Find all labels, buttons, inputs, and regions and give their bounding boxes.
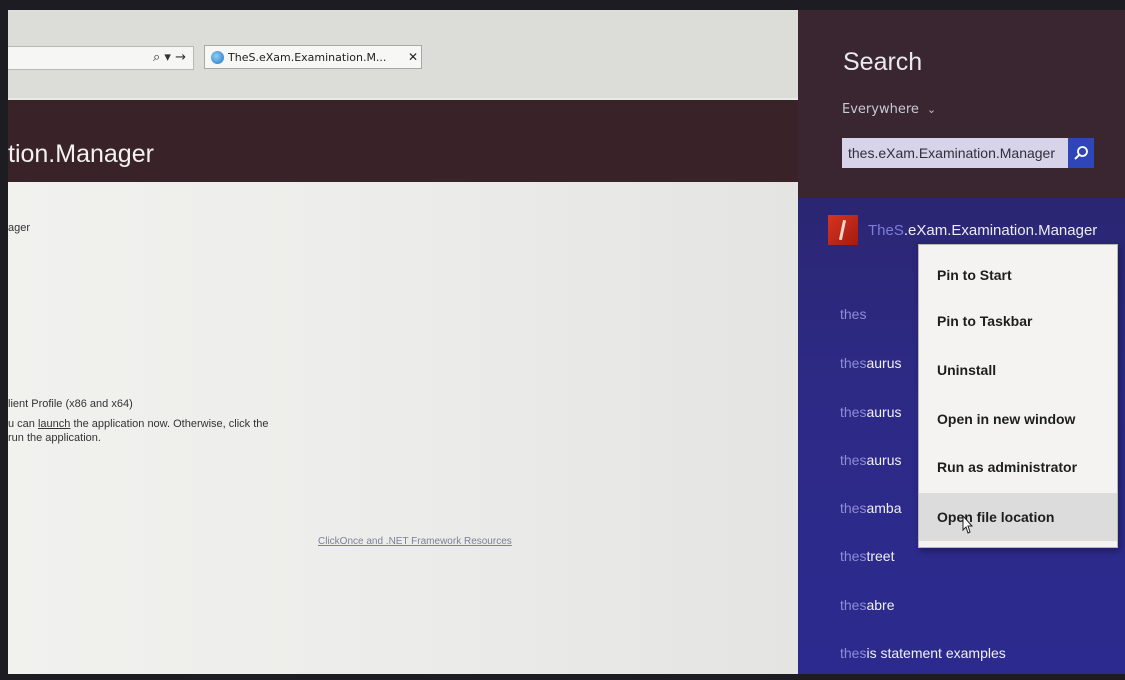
app-name-fragment: ager	[8, 222, 31, 234]
suggestion-rest: abre	[866, 597, 895, 613]
launch-line: u can launch the application now. Otherw…	[8, 418, 269, 430]
resources-link[interactable]: ClickOnce and .NET Framework Resources	[318, 536, 512, 547]
launch-suffix: the application now. Otherwise, click th…	[70, 418, 269, 430]
tab-close-icon[interactable]: ✕	[405, 50, 421, 64]
suggestion-match: thes	[840, 306, 867, 322]
internet-explorer-icon	[211, 50, 224, 64]
context-menu-item-pin-to-start[interactable]: Pin to Start	[919, 251, 1117, 299]
context-menu-item-open-in-new-window[interactable]: Open in new window	[919, 395, 1117, 443]
suggestion-match: thes	[840, 548, 867, 564]
suggestion-rest: is statement examples	[866, 645, 1006, 661]
suggestion-rest: aurus	[866, 404, 902, 420]
suggestion-match: thes	[840, 404, 867, 420]
search-suggestion[interactable]: thesaurus	[840, 355, 902, 371]
search-box[interactable]	[842, 138, 1094, 168]
app-result-name: TheS.eXam.Examination.Manager	[868, 222, 1097, 239]
suggestion-match: thes	[840, 645, 867, 661]
search-suggestion[interactable]: thesis statement examples	[840, 645, 1006, 661]
search-scope-dropdown[interactable]: Everywhere ⌄	[842, 102, 936, 117]
search-input[interactable]	[842, 140, 1064, 166]
launch-link[interactable]: launch	[38, 418, 70, 430]
suggestion-match: thes	[840, 597, 867, 613]
app-name-rest: .eXam.Examination.Manager	[903, 221, 1098, 239]
search-suggestion[interactable]: thestreet	[840, 548, 894, 564]
run-line: run the application.	[8, 432, 101, 444]
search-suggestion[interactable]: thesaurus	[840, 404, 902, 420]
mouse-cursor-icon	[962, 515, 974, 534]
launch-prefix: u can	[8, 418, 38, 430]
app-name-match: TheS	[868, 221, 904, 239]
chevron-down-icon: ⌄	[926, 103, 937, 116]
suggestion-match: thes	[840, 452, 867, 468]
page-title: tion.Manager	[8, 140, 154, 168]
suggestion-rest: amba	[866, 500, 902, 516]
prerequisite-text: lient Profile (x86 and x64)	[8, 398, 133, 410]
suggestion-match: thes	[840, 500, 867, 516]
search-heading: Search	[843, 48, 923, 76]
search-suggestion[interactable]: thesamba	[840, 500, 902, 516]
context-menu-item-uninstall[interactable]: Uninstall	[919, 346, 1117, 394]
suggestion-rest: aurus	[866, 452, 902, 468]
context-menu-item-pin-to-taskbar[interactable]: Pin to Taskbar	[919, 297, 1117, 345]
search-suggestion[interactable]: thes	[840, 306, 866, 322]
context-menu: Pin to Start Pin to Taskbar Uninstall Open …	[918, 244, 1118, 548]
search-icon	[1074, 146, 1088, 160]
suggestion-rest: treet	[866, 548, 895, 564]
search-suggestion[interactable]: thesaurus	[840, 452, 902, 468]
search-scope-label: Everywhere	[842, 102, 919, 117]
tab-title: TheS.eXam.Examination.M...	[228, 50, 387, 64]
search-suggestion[interactable]: thesabre	[840, 597, 895, 613]
browser-window: ⌕ ▾ → TheS.eXam.Examination.M... ✕ tion.…	[8, 10, 798, 674]
search-button[interactable]	[1068, 138, 1094, 168]
app-icon	[828, 215, 858, 245]
app-search-result[interactable]: TheS.eXam.Examination.Manager	[828, 212, 1125, 248]
suggestion-rest: aurus	[866, 355, 902, 371]
context-menu-item-run-as-administrator[interactable]: Run as administrator	[919, 443, 1117, 491]
suggestion-match: thes	[840, 355, 867, 371]
context-menu-item-open-file-location[interactable]: Open file location	[919, 493, 1117, 541]
address-controls[interactable]: ⌕ ▾ →	[153, 50, 186, 65]
browser-tab[interactable]: TheS.eXam.Examination.M... ✕	[204, 45, 422, 69]
